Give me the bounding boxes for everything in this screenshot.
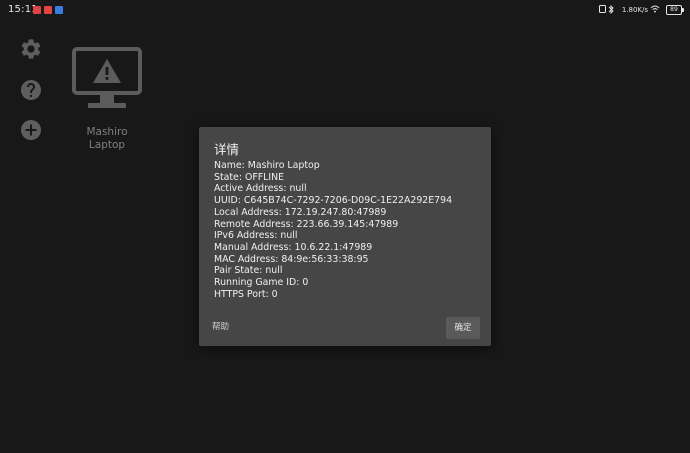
settings-button[interactable]: [19, 37, 43, 61]
status-indicators: 1.80K/s 89: [582, 4, 684, 16]
detail-name: Name: Mashiro Laptop: [214, 160, 320, 171]
detail-pair-state: Pair State: null: [214, 265, 283, 277]
notification-app-icon: [44, 6, 52, 14]
battery-icon: 89: [666, 5, 684, 15]
help-button[interactable]: [19, 78, 43, 102]
status-bar: 15:11 1.80K/s 89: [0, 0, 690, 20]
network-speed: 1.80K/s: [621, 6, 648, 14]
detail-mac-address: MAC Address: 84:9e:56:33:38:95: [214, 253, 369, 265]
gear-icon: [21, 39, 41, 59]
detail-manual-address: Manual Address: 10.6.22.1:47989: [214, 241, 373, 253]
detail-state: State: OFFLINE: [214, 171, 285, 183]
computer-tile[interactable]: Mashiro Laptop: [67, 47, 147, 157]
dialog-title: 详情: [214, 142, 240, 157]
help-link-button[interactable]: 帮助: [212, 320, 229, 332]
computer-name-line: Mashiro: [86, 126, 128, 138]
detail-running-game-id: Running Game ID: 0: [214, 277, 309, 289]
add-computer-button[interactable]: [19, 118, 43, 142]
monitor-warning-icon: [72, 47, 142, 108]
wifi-icon: [650, 5, 660, 15]
detail-remote-address: Remote Address: 223.66.39.145:47989: [214, 218, 399, 230]
detail-https-port: HTTPS Port: 0: [214, 288, 278, 300]
notification-app-icon: [55, 6, 63, 14]
ok-button[interactable]: 确定: [446, 317, 480, 339]
detail-ipv6-address: IPv6 Address: null: [214, 230, 298, 242]
bluetooth-icon: [608, 4, 614, 16]
help-icon: [21, 80, 41, 100]
computer-name-line: Laptop: [88, 139, 126, 151]
dialog-body: Name: Mashiro Laptop State: OFFLINE Acti…: [214, 160, 482, 300]
add-icon: [21, 120, 41, 140]
computer-name: Mashiro Laptop: [67, 126, 147, 152]
notification-app-icon: [33, 6, 41, 14]
detail-local-address: Local Address: 172.19.247.80:47989: [214, 206, 387, 218]
detail-uuid: UUID: C645B74C-7292-7206-D09C-1E22A292E7…: [214, 195, 453, 207]
nfc-icon: [599, 5, 606, 15]
details-dialog: 详情 Name: Mashiro Laptop State: OFFLINE A…: [199, 127, 491, 346]
detail-active-address: Active Address: null: [214, 183, 307, 195]
